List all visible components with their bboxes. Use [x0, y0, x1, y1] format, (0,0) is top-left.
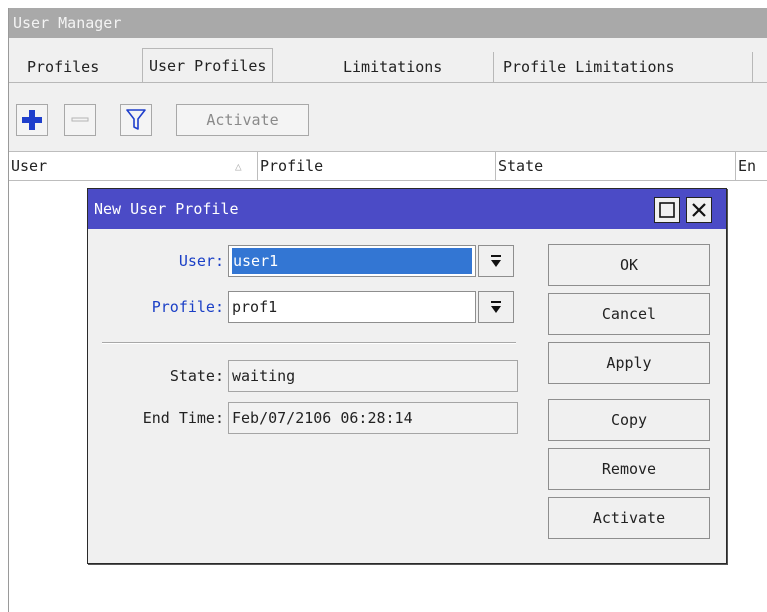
remove-button[interactable]	[64, 104, 96, 136]
dialog-title[interactable]: New User Profile	[88, 189, 726, 229]
user-field[interactable]: user1	[228, 245, 476, 277]
end-time-field: Feb/07/2106 06:28:14	[228, 402, 518, 434]
copy-button[interactable]: Copy	[548, 399, 710, 441]
sort-ascending-icon: △	[235, 160, 242, 173]
column-header-user[interactable]: User	[9, 152, 47, 181]
dropdown-arrow-icon	[491, 301, 501, 313]
toolbar: Activate	[9, 95, 767, 151]
filter-button[interactable]	[120, 104, 152, 136]
close-button[interactable]	[686, 197, 712, 223]
tab-separator	[752, 52, 753, 82]
window-title: User Manager	[9, 8, 767, 38]
column-header-end-time[interactable]: En	[736, 152, 756, 181]
activate-button[interactable]: Activate	[176, 104, 309, 136]
end-time-label: End Time:	[142, 409, 224, 427]
tab-bar: Profiles User Profiles Limitations Profi…	[9, 38, 767, 95]
user-dropdown-button[interactable]	[478, 245, 514, 277]
plus-icon	[22, 110, 42, 130]
tab-separator	[493, 52, 494, 82]
tab-profiles[interactable]: Profiles	[21, 52, 105, 83]
remove-button[interactable]: Remove	[548, 448, 710, 490]
cancel-button[interactable]: Cancel	[548, 293, 710, 335]
dropdown-arrow-icon	[491, 255, 501, 267]
maximize-icon	[659, 202, 675, 218]
tab-user-profiles[interactable]: User Profiles	[142, 48, 274, 82]
table-header: User △ Profile State En	[9, 151, 767, 181]
column-header-state[interactable]: State	[496, 152, 543, 181]
user-value: user1	[232, 248, 472, 274]
field-separator	[102, 342, 516, 344]
profile-field[interactable]: prof1	[228, 291, 476, 323]
new-user-profile-dialog: New User Profile User: user1 Profile: pr…	[87, 188, 727, 564]
state-label: State:	[169, 367, 224, 385]
maximize-button[interactable]	[654, 197, 680, 223]
profile-dropdown-button[interactable]	[478, 291, 514, 323]
tab-profile-limitations[interactable]: Profile Limitations	[497, 52, 681, 83]
close-icon	[692, 203, 706, 217]
add-button[interactable]	[16, 104, 48, 136]
user-label: User:	[178, 252, 224, 270]
tab-baseline	[9, 82, 767, 83]
tab-limitations[interactable]: Limitations	[337, 52, 448, 83]
filter-icon	[126, 109, 146, 130]
activate-dialog-button[interactable]: Activate	[548, 497, 710, 539]
minus-icon	[71, 117, 89, 122]
column-header-profile[interactable]: Profile	[258, 152, 323, 181]
ok-button[interactable]: OK	[548, 244, 710, 286]
state-field: waiting	[228, 360, 518, 392]
profile-label: Profile:	[151, 298, 224, 316]
apply-button[interactable]: Apply	[548, 342, 710, 384]
